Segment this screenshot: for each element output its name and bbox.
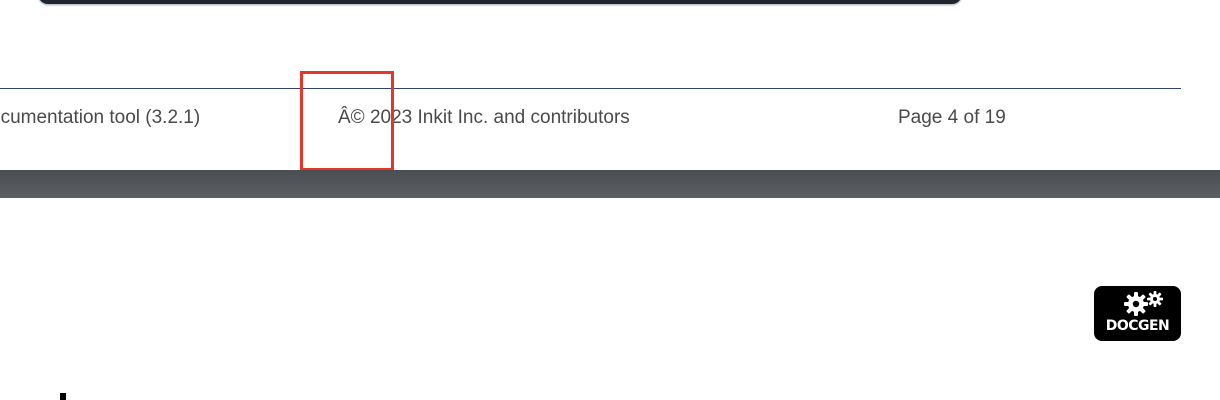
docgen-logo: DOCGEN bbox=[1094, 286, 1181, 341]
footer-page-number: Page 4 of 19 bbox=[898, 107, 1006, 128]
highlight-annotation-box bbox=[300, 71, 394, 170]
gears-icon bbox=[1124, 291, 1163, 316]
document-page: ocumentation tool (3.2.1) Â© 2023 Inkit … bbox=[0, 0, 1220, 170]
docgen-logo-text: DOCGEN bbox=[1105, 318, 1170, 334]
footer-divider bbox=[0, 88, 1181, 89]
page-separator bbox=[0, 170, 1220, 198]
footer-tool-version: ocumentation tool (3.2.1) bbox=[0, 107, 201, 128]
screenshot-image-edge bbox=[38, 0, 962, 4]
heading-text-fragment bbox=[60, 393, 66, 400]
next-document-page: DOCGEN bbox=[0, 198, 1220, 400]
